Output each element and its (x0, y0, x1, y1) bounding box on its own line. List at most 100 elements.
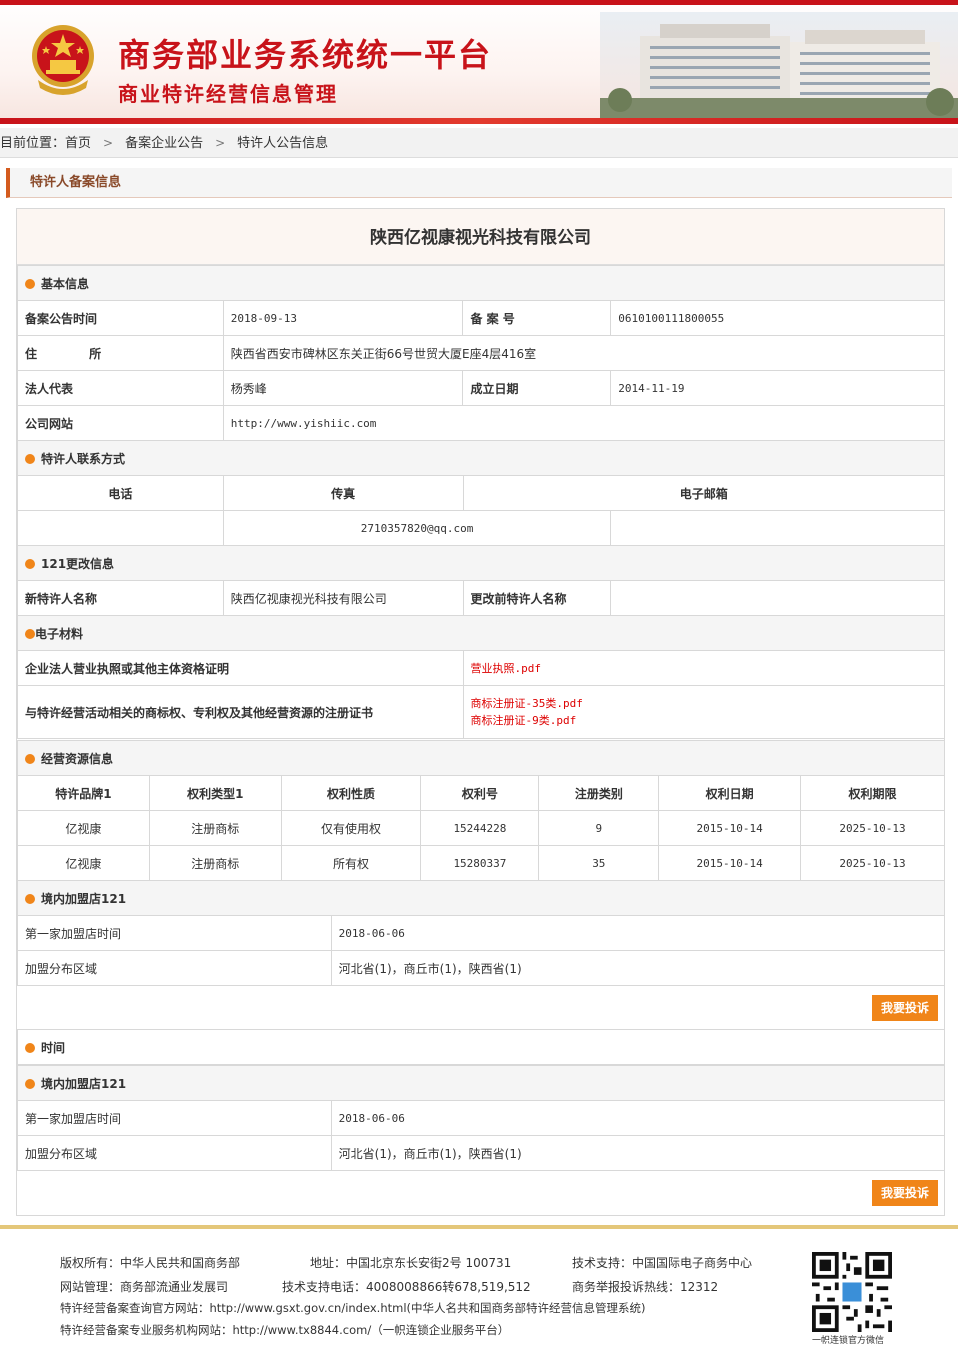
store-area-value: 河北省(1)，商丘市(1)，陕西省(1) (330, 950, 946, 986)
email-value: 2710357820@qq.com (222, 510, 612, 546)
empty-cell (610, 510, 945, 546)
bullet-icon (25, 1078, 35, 1089)
change-info-title: 121更改信息 (41, 556, 115, 571)
time-header: 时间 (17, 1029, 945, 1065)
license-files: 营业执照.pdf (462, 650, 945, 686)
first-store-label: 第一家加盟店时间 (17, 915, 332, 951)
time-title: 时间 (41, 1040, 66, 1055)
materials-table: 电子材料 企业法人营业执照或其他主体资格证明 营业执照.pdf 与特许经营活动相… (17, 615, 945, 739)
filing-date-label: 备案公告时间 (17, 300, 224, 336)
old-name-value (610, 580, 945, 616)
bullet-icon (25, 1042, 35, 1053)
right-type-cell: 注册商标 (148, 845, 282, 881)
phone-value (17, 510, 224, 546)
right-date-cell: 2015-10-14 (658, 810, 802, 846)
bullet-icon (25, 628, 35, 639)
change-info-header: 121更改信息 (17, 545, 945, 581)
established-label: 成立日期 (462, 370, 612, 406)
right-term-cell: 2025-10-13 (800, 845, 945, 881)
footer-service-site[interactable]: 特许经营备案专业服务机构网站：http://www.tx8844.com/（一帜… (60, 1322, 509, 1338)
breadcrumb-filed-companies[interactable]: 备案企业公告 (125, 129, 203, 159)
col-right-term: 权利期限 (800, 775, 945, 811)
store-area-label: 加盟分布区域 (17, 950, 332, 986)
breadcrumb-home[interactable]: 首页 (65, 129, 91, 159)
new-name-label: 新特许人名称 (17, 580, 224, 616)
first-store-value: 2018-06-06 (330, 1100, 946, 1136)
filing-date-value: 2018-09-13 (222, 300, 464, 336)
stores-title-2: 境内加盟店121 (41, 1076, 127, 1091)
time-table: 时间 (17, 1029, 945, 1065)
site-footer: 版权所有：中华人民共和国商务部 地址：中国北京东长安街2号 100731 技术支… (0, 1230, 958, 1370)
breadcrumb-current: 特许人公告信息 (237, 136, 329, 151)
license-file-link[interactable]: 营业执照.pdf (471, 662, 542, 675)
footer-official-site[interactable]: 特许经营备案查询官方网站：http://www.gsxt.gov.cn/inde… (60, 1300, 645, 1316)
email-header: 电子邮箱 (462, 475, 946, 511)
contact-title: 特许人联系方式 (41, 451, 126, 466)
basic-info-title: 基本信息 (41, 276, 90, 291)
resources-title: 经营资源信息 (41, 751, 114, 766)
breadcrumb: 目前位置：首页 > 备案企业公告 > 特许人公告信息 (0, 128, 958, 158)
certificate-files: 商标注册证-35类.pdf 商标注册证-9类.pdf (462, 685, 945, 739)
complain-button[interactable]: 我要投诉 (871, 995, 938, 1021)
website-label: 公司网站 (17, 405, 224, 441)
contact-header: 特许人联系方式 (17, 440, 945, 476)
trademark-35-file-link[interactable]: 商标注册证-35类.pdf (471, 697, 583, 710)
new-name-value: 陕西亿视康视光科技有限公司 (222, 580, 464, 616)
resources-header: 经营资源信息 (17, 740, 945, 776)
col-right-no: 权利号 (420, 775, 540, 811)
col-right-nature: 权利性质 (280, 775, 422, 811)
bullet-icon (25, 893, 35, 904)
legal-rep-label: 法人代表 (17, 370, 224, 406)
platform-subtitle: 商业特许经营信息管理 (118, 82, 338, 106)
right-date-cell: 2015-10-14 (658, 845, 802, 881)
right-no-cell: 15280337 (420, 845, 540, 881)
legal-rep-value: 杨秀峰 (222, 370, 464, 406)
footer-copyright: 版权所有：中华人民共和国商务部 (60, 1256, 241, 1270)
old-name-label: 更改前特许人名称 (462, 580, 612, 616)
phone-header: 电话 (17, 475, 224, 511)
header-top-stripe (0, 0, 958, 5)
footer-site-admin: 网站管理：商务部流通业发展司 (60, 1280, 229, 1294)
change-info-table: 121更改信息 新特许人名称 陕西亿视康视光科技有限公司 更改前特许人名称 (17, 545, 945, 616)
footer-tech-support: 技术支持：中国国际电子商务中心 (572, 1256, 753, 1270)
complain-button[interactable]: 我要投诉 (871, 1180, 938, 1206)
company-name: 陕西亿视康视光科技有限公司 (17, 209, 944, 265)
established-value: 2014-11-19 (610, 370, 945, 406)
footer-address: 地址：中国北京东长安街2号 100731 (310, 1256, 512, 1270)
brand-cell: 亿视康 (17, 810, 150, 846)
basic-info-header: 基本信息 (17, 265, 945, 301)
domestic-stores-table-2: 境内加盟店121 第一家加盟店时间 2018-06-06 加盟分布区域 河北省(… (17, 1065, 946, 1171)
col-right-type: 权利类型1 (148, 775, 282, 811)
right-nature-cell: 所有权 (280, 845, 422, 881)
fax-header: 传真 (222, 475, 464, 511)
right-no-cell: 15244228 (420, 810, 540, 846)
bullet-icon (25, 558, 35, 569)
bullet-icon (25, 278, 35, 289)
col-right-date: 权利日期 (658, 775, 802, 811)
reg-class-cell: 9 (538, 810, 660, 846)
materials-title: 电子材料 (35, 626, 84, 641)
col-brand: 特许品牌1 (17, 775, 150, 811)
table-row: 亿视康 注册商标 所有权 15280337 35 2015-10-14 2025… (17, 845, 945, 881)
complain-row-1: 我要投诉 (17, 985, 944, 1021)
bullet-icon (25, 753, 35, 764)
address-label: 住 所 (17, 335, 224, 371)
platform-title: 商务部业务系统统一平台 (118, 36, 493, 74)
right-term-cell: 2025-10-13 (800, 810, 945, 846)
chevron-right-icon: > (103, 136, 114, 150)
contact-table: 特许人联系方式 电话 传真 电子邮箱 2710357820@qq.com (17, 440, 946, 546)
store-area-label: 加盟分布区域 (17, 1135, 332, 1171)
stores-header-1: 境内加盟店121 (17, 880, 945, 916)
license-label: 企业法人营业执照或其他主体资格证明 (17, 650, 464, 686)
breadcrumb-prefix: 目前位置： (0, 136, 66, 151)
qr-caption: 一帜连锁官方微信 (812, 1336, 885, 1346)
trademark-9-file-link[interactable]: 商标注册证-9类.pdf (471, 714, 577, 727)
franchisor-info-panel: 陕西亿视康视光科技有限公司 基本信息 备案公告时间 2018-09-13 备 案… (16, 208, 946, 1216)
website-value: http://www.yishiic.com (222, 405, 946, 441)
footer-report-phone: 商务举报投诉热线：12312 (572, 1280, 719, 1294)
bullet-icon (25, 453, 35, 464)
basic-info-table: 基本信息 备案公告时间 2018-09-13 备 案 号 06101001118… (17, 265, 946, 441)
section-title: 特许人备案信息 (6, 168, 952, 198)
store-area-value: 河北省(1)，商丘市(1)，陕西省(1) (330, 1135, 946, 1171)
stores-header-2: 境内加盟店121 (17, 1065, 945, 1101)
